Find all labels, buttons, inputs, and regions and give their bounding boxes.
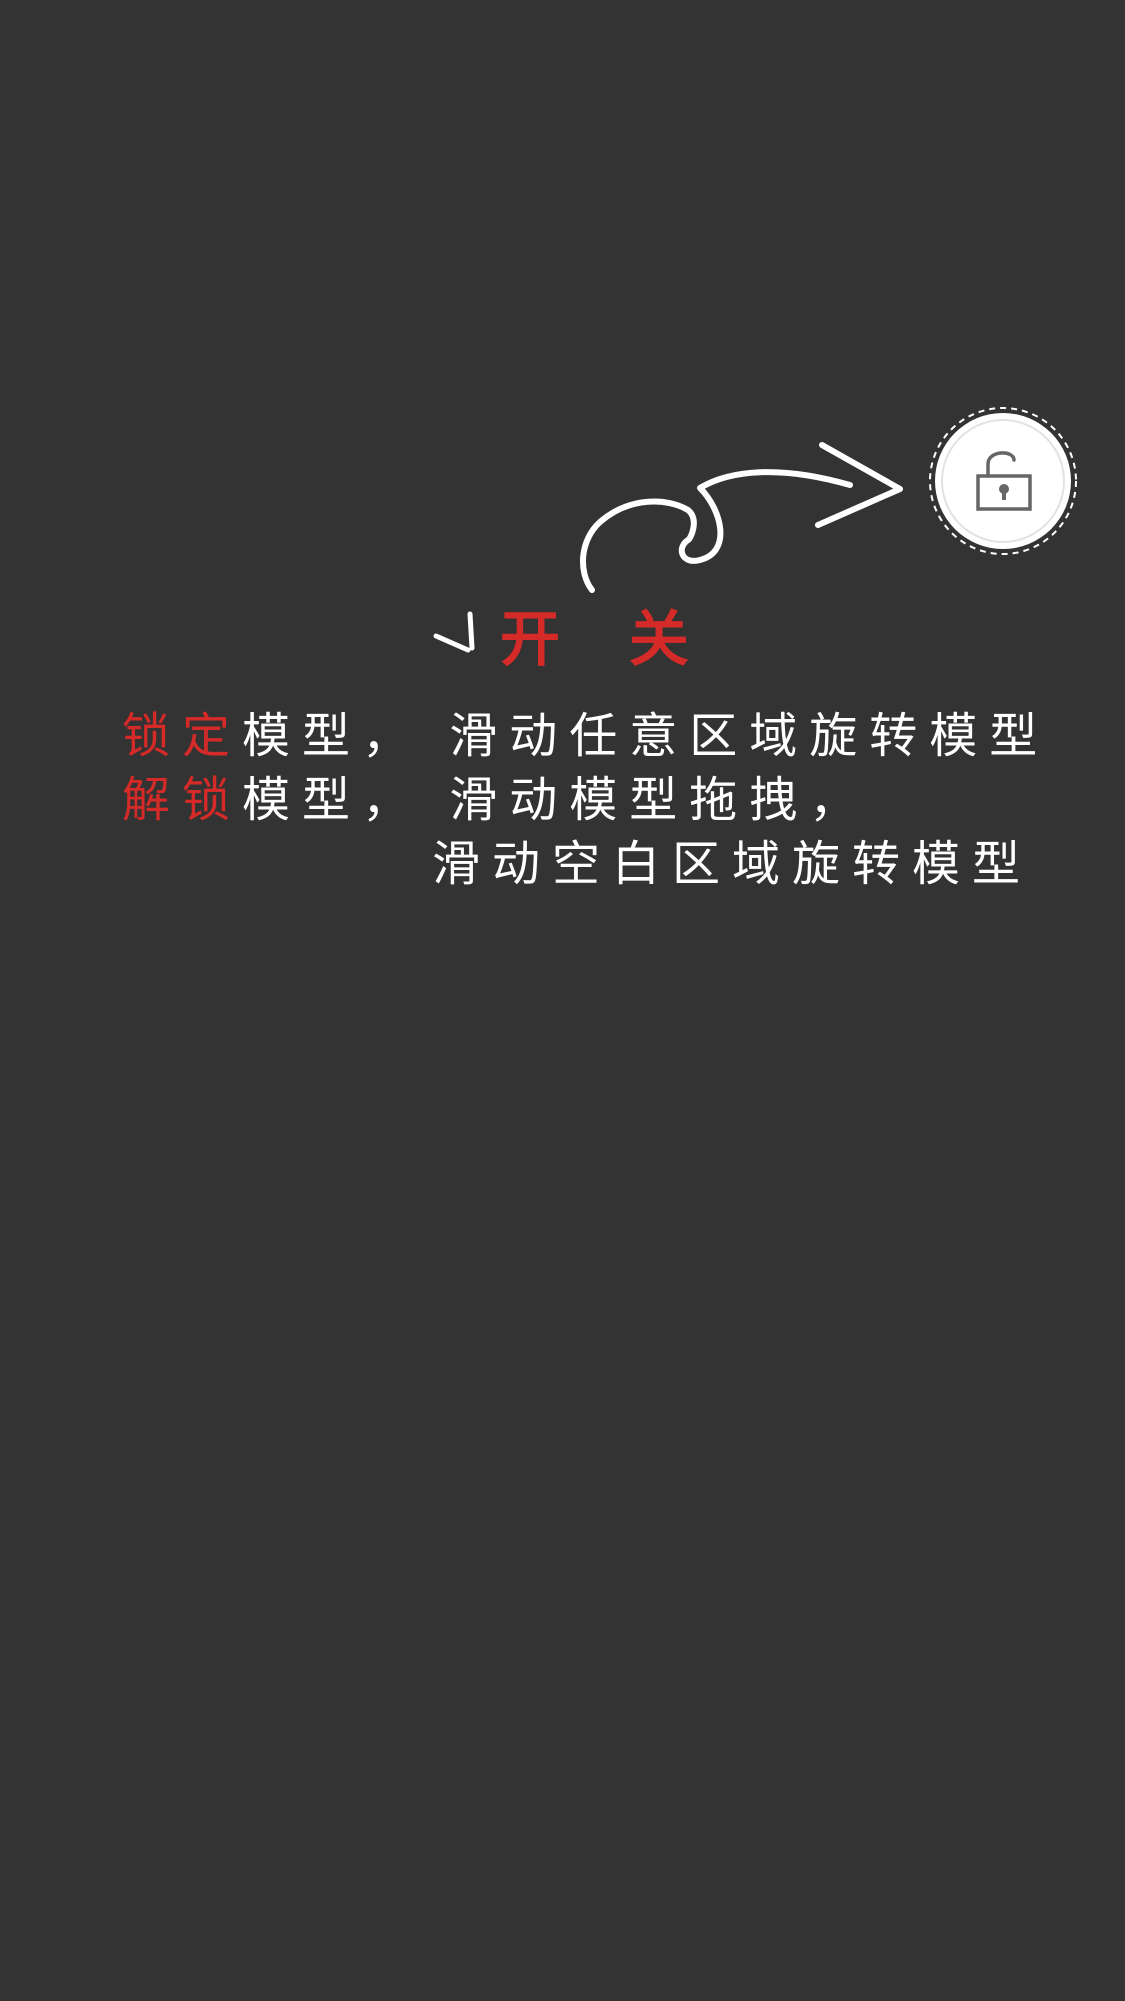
blank-area-instruction: 滑动空白区域旋转模型	[432, 836, 1033, 892]
switch-title: 开 关	[500, 605, 713, 675]
unlock-icon	[929, 407, 1077, 555]
unlock-instruction-text: 模型， 滑动模型拖拽，	[242, 772, 870, 828]
lock-instruction: 锁定模型， 滑动任意区域旋转模型	[122, 712, 1049, 760]
unlock-instruction: 解锁模型， 滑动模型拖拽，	[122, 776, 869, 824]
sparkle-icon	[433, 611, 475, 653]
unlock-label: 解锁	[122, 772, 243, 828]
lock-label: 锁定	[122, 708, 243, 764]
curly-arrow-icon	[580, 442, 903, 593]
lock-instruction-text: 模型， 滑动任意区域旋转模型	[242, 708, 1050, 764]
lock-toggle-button[interactable]	[928, 406, 1078, 556]
decor-layer	[433, 442, 903, 653]
